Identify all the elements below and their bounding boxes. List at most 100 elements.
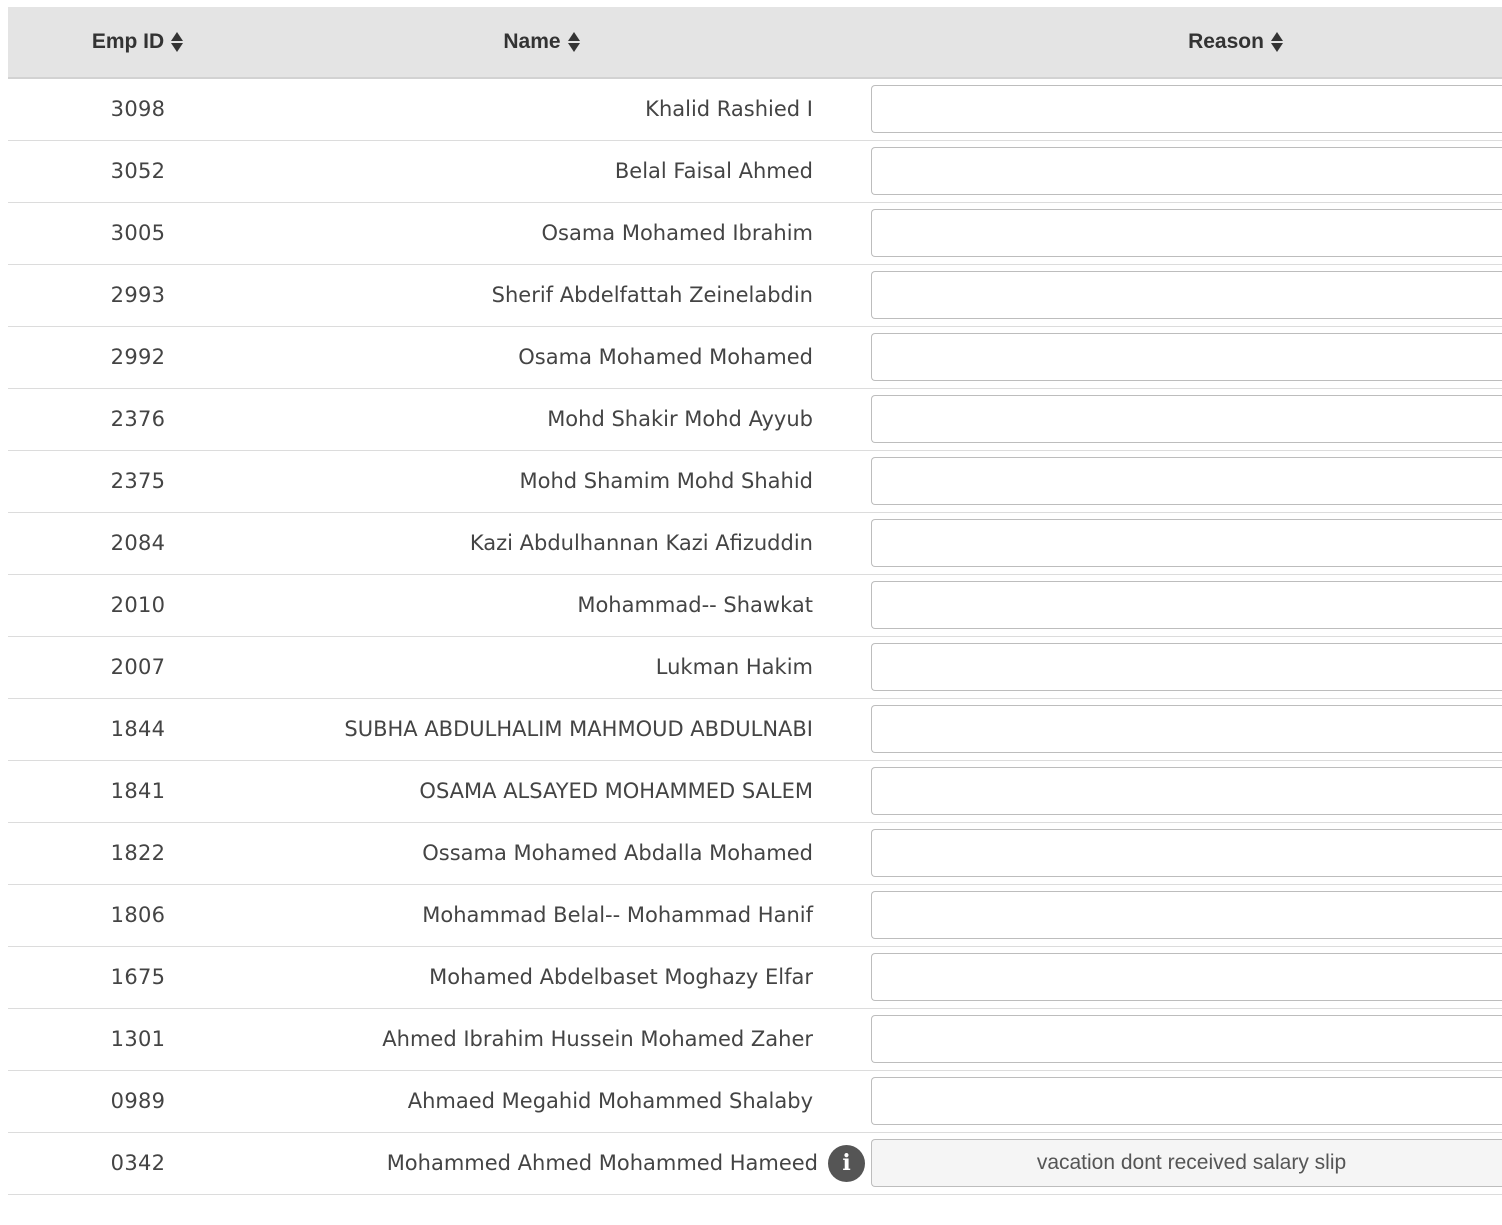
name-wrap: Kazi Abdulhannan Kazi Afizuddin <box>470 513 813 574</box>
employee-name: Mohd Shamim Mohd Shahid <box>519 469 813 493</box>
table-row: 3098 Khalid Rashied I <box>8 79 1502 141</box>
reason-input[interactable] <box>871 209 1502 257</box>
sort-icon[interactable] <box>171 31 184 53</box>
emp-id-cell: 2375 <box>110 469 166 493</box>
name-wrap: Mohd Shamim Mohd Shahid <box>520 451 813 512</box>
reason-input[interactable] <box>871 395 1502 443</box>
name-cell: Belal Faisal Ahmed <box>268 141 813 202</box>
reason-cell <box>871 457 1502 505</box>
employee-table: Emp ID Name Reason 3098 Khalid Rashied I3… <box>8 7 1502 1195</box>
column-header-emp-id[interactable]: Emp ID <box>8 7 268 77</box>
reason-input[interactable] <box>871 1139 1502 1187</box>
reason-input[interactable] <box>871 271 1502 319</box>
name-wrap: Mohamed Abdelbaset Moghazy Elfar <box>429 947 813 1008</box>
employee-name: Kazi Abdulhannan Kazi Afizuddin <box>469 531 813 555</box>
employee-name: Mohammad-- Shawkat <box>577 593 813 617</box>
reason-input[interactable] <box>871 953 1502 1001</box>
reason-cell <box>871 1139 1502 1187</box>
emp-id-cell: 2010 <box>110 593 166 617</box>
table-header: Emp ID Name Reason <box>8 7 1502 79</box>
reason-cell <box>871 953 1502 1001</box>
name-cell: Mohd Shakir Mohd Ayyub <box>268 389 813 450</box>
reason-cell <box>871 271 1502 319</box>
name-cell: Ahmaed Megahid Mohammed Shalaby <box>268 1071 813 1132</box>
name-cell: Ossama Mohamed Abdalla Mohamed <box>268 823 813 884</box>
name-cell: Khalid Rashied I <box>268 79 813 140</box>
emp-id-cell: 1822 <box>110 841 166 865</box>
name-cell: Mohamed Abdelbaset Moghazy Elfar <box>268 947 813 1008</box>
reason-input[interactable] <box>871 333 1502 381</box>
table-row: 2992 Osama Mohamed Mohamed <box>8 327 1502 389</box>
employee-name: Lukman Hakim <box>655 655 813 679</box>
employee-name: Mohammed Ahmed Mohammed Hameed <box>386 1151 818 1175</box>
table-row: 3052 Belal Faisal Ahmed <box>8 141 1502 203</box>
table-row: 1822 Ossama Mohamed Abdalla Mohamed <box>8 823 1502 885</box>
reason-input[interactable] <box>871 1015 1502 1063</box>
reason-cell <box>871 1015 1502 1063</box>
column-header-label: Name <box>503 30 561 53</box>
name-wrap: SUBHA ABDULHALIM MAHMOUD ABDULNABI <box>344 699 813 760</box>
table-row: 1301 Ahmed Ibrahim Hussein Mohamed Zaher <box>8 1009 1502 1071</box>
table-row: 1806 Mohammad Belal-- Mohammad Hanif <box>8 885 1502 947</box>
table-row: 2084 Kazi Abdulhannan Kazi Afizuddin <box>8 513 1502 575</box>
reason-cell <box>871 1077 1502 1125</box>
reason-input[interactable] <box>871 457 1502 505</box>
table-row: 2007 Lukman Hakim <box>8 637 1502 699</box>
sort-icon[interactable] <box>567 31 581 53</box>
column-header-label: Reason <box>1188 30 1264 53</box>
table-row: 1844 SUBHA ABDULHALIM MAHMOUD ABDULNABI <box>8 699 1502 761</box>
reason-input[interactable] <box>871 767 1502 815</box>
employee-name: Mohammad Belal-- Mohammad Hanif <box>422 903 813 927</box>
emp-id-cell: 1301 <box>110 1027 166 1051</box>
table-row: 2376 Mohd Shakir Mohd Ayyub <box>8 389 1502 451</box>
emp-id-cell: 0342 <box>110 1151 166 1175</box>
name-wrap: Belal Faisal Ahmed <box>615 141 813 202</box>
info-icon[interactable]: i <box>828 1145 865 1182</box>
emp-id-cell: 0989 <box>110 1089 166 1113</box>
column-header-label: Emp ID <box>91 30 165 53</box>
name-cell: Sherif Abdelfattah Zeinelabdin <box>268 265 813 326</box>
column-header-name[interactable]: Name <box>268 7 816 77</box>
name-wrap: Mohammad Belal-- Mohammad Hanif <box>422 885 813 946</box>
employee-name: Ahmaed Megahid Mohammed Shalaby <box>407 1089 813 1113</box>
employee-name: Belal Faisal Ahmed <box>614 159 813 183</box>
emp-id-cell: 3052 <box>110 159 166 183</box>
name-wrap: Ahmaed Megahid Mohammed Shalaby <box>408 1071 813 1132</box>
table-row: 0989 Ahmaed Megahid Mohammed Shalaby <box>8 1071 1502 1133</box>
name-wrap: Khalid Rashied I <box>645 79 813 140</box>
employee-name: OSAMA ALSAYED MOHAMMED SALEM <box>419 779 813 803</box>
reason-input[interactable] <box>871 519 1502 567</box>
column-header-reason[interactable]: Reason <box>868 7 1502 77</box>
reason-cell <box>871 829 1502 877</box>
reason-cell <box>871 767 1502 815</box>
name-wrap: Mohd Shakir Mohd Ayyub <box>547 389 813 450</box>
name-cell: Lukman Hakim <box>268 637 813 698</box>
name-cell: Mohd Shamim Mohd Shahid <box>268 451 813 512</box>
table-row: 2993 Sherif Abdelfattah Zeinelabdin <box>8 265 1502 327</box>
reason-cell <box>871 705 1502 753</box>
name-wrap: Mohammed Ahmed Mohammed Hameed i <box>387 1133 865 1194</box>
reason-input[interactable] <box>871 705 1502 753</box>
reason-input[interactable] <box>871 829 1502 877</box>
table-row: 0342 Mohammed Ahmed Mohammed Hameed i <box>8 1133 1502 1195</box>
name-wrap: Mohammad-- Shawkat <box>577 575 813 636</box>
emp-id-cell: 2376 <box>110 407 166 431</box>
emp-id-cell: 2993 <box>110 283 166 307</box>
employee-name: Mohd Shakir Mohd Ayyub <box>547 407 813 431</box>
reason-input[interactable] <box>871 581 1502 629</box>
reason-cell <box>871 209 1502 257</box>
table-row: 1841 OSAMA ALSAYED MOHAMMED SALEM <box>8 761 1502 823</box>
reason-input[interactable] <box>871 1077 1502 1125</box>
reason-input[interactable] <box>871 643 1502 691</box>
name-cell: Kazi Abdulhannan Kazi Afizuddin <box>268 513 813 574</box>
reason-cell <box>871 333 1502 381</box>
name-wrap: Ossama Mohamed Abdalla Mohamed <box>422 823 813 884</box>
sort-icon[interactable] <box>1270 31 1284 53</box>
reason-input[interactable] <box>871 147 1502 195</box>
name-cell: Ahmed Ibrahim Hussein Mohamed Zaher <box>268 1009 813 1070</box>
emp-id-cell: 1806 <box>110 903 166 927</box>
name-wrap: Osama Mohamed Mohamed <box>518 327 813 388</box>
reason-input[interactable] <box>871 85 1502 133</box>
emp-id-cell: 1675 <box>110 965 166 989</box>
reason-input[interactable] <box>871 891 1502 939</box>
